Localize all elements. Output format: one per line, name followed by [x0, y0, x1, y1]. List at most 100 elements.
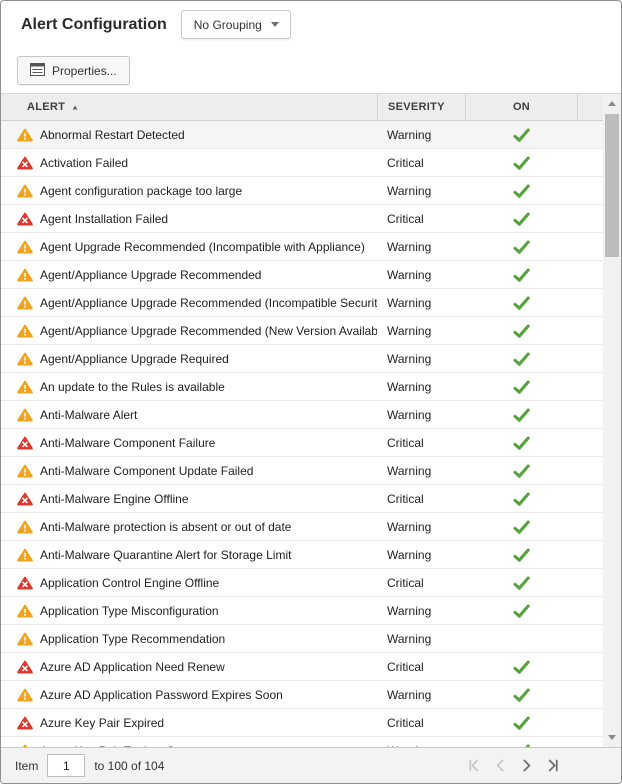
on-check-icon[interactable] [513, 744, 530, 748]
on-check-icon[interactable] [513, 576, 530, 590]
last-page-button[interactable] [544, 757, 561, 774]
severity-cell: Warning [377, 744, 465, 748]
alert-cell: Agent configuration package too large [1, 184, 377, 198]
table-row[interactable]: Azure Key Pair Expires Soon Warning [1, 737, 603, 747]
on-check-icon[interactable] [513, 660, 530, 674]
toolbar: Properties... [1, 48, 621, 93]
next-page-button[interactable] [518, 757, 535, 774]
scrollbar-thumb[interactable] [605, 114, 619, 257]
alert-name: Agent/Appliance Upgrade Recommended (Inc… [40, 296, 377, 310]
table-row[interactable]: Agent/Appliance Upgrade Recommended Warn… [1, 261, 603, 289]
on-check-icon[interactable] [513, 408, 530, 422]
table-row[interactable]: Anti-Malware Alert Warning [1, 401, 603, 429]
warning-icon [17, 352, 33, 366]
alert-cell: Anti-Malware protection is absent or out… [1, 520, 377, 534]
severity-value: Warning [387, 240, 431, 254]
table-row[interactable]: Application Control Engine Offline Criti… [1, 569, 603, 597]
properties-icon [30, 63, 45, 79]
critical-icon [17, 436, 33, 450]
alert-name: Azure AD Application Password Expires So… [40, 688, 283, 702]
page-title: Alert Configuration [21, 16, 167, 34]
warning-icon [17, 548, 33, 562]
table-header: ALERT ▲ SEVERITY ON [1, 94, 603, 121]
table-row[interactable]: Anti-Malware Component Update Failed War… [1, 457, 603, 485]
table-row[interactable]: Application Type Recommendation Warning [1, 625, 603, 653]
severity-value: Warning [387, 128, 431, 142]
table-row[interactable]: Anti-Malware Quarantine Alert for Storag… [1, 541, 603, 569]
severity-value: Warning [387, 520, 431, 534]
severity-cell: Warning [377, 184, 465, 198]
chevron-down-icon [271, 22, 279, 27]
on-check-icon[interactable] [513, 352, 530, 366]
table-row[interactable]: Agent Installation Failed Critical [1, 205, 603, 233]
table-row[interactable]: Agent configuration package too large Wa… [1, 177, 603, 205]
table-row[interactable]: Azure Key Pair Expired Critical [1, 709, 603, 737]
column-header-alert[interactable]: ALERT ▲ [1, 94, 377, 120]
table-row[interactable]: Azure AD Application Password Expires So… [1, 681, 603, 709]
grouping-dropdown[interactable]: No Grouping [181, 10, 291, 39]
table-row[interactable]: Anti-Malware protection is absent or out… [1, 513, 603, 541]
previous-page-button[interactable] [492, 757, 509, 774]
scroll-down-button[interactable] [603, 730, 621, 745]
table-row[interactable]: Azure AD Application Need Renew Critical [1, 653, 603, 681]
on-check-icon[interactable] [513, 380, 530, 394]
table-row[interactable]: Agent/Appliance Upgrade Recommended (Inc… [1, 289, 603, 317]
on-cell [465, 156, 577, 170]
vertical-scrollbar [603, 94, 621, 747]
on-cell [465, 212, 577, 226]
properties-button[interactable]: Properties... [17, 56, 130, 85]
on-check-icon[interactable] [513, 548, 530, 562]
severity-cell: Warning [377, 128, 465, 142]
severity-value: Warning [387, 744, 431, 748]
table-row[interactable]: Anti-Malware Component Failure Critical [1, 429, 603, 457]
page-number-input[interactable] [47, 754, 85, 777]
on-check-icon[interactable] [513, 436, 530, 450]
table-row[interactable]: Application Type Misconfiguration Warnin… [1, 597, 603, 625]
on-check-icon[interactable] [513, 156, 530, 170]
on-cell [465, 184, 577, 198]
on-check-icon[interactable] [513, 520, 530, 534]
on-check-icon[interactable] [513, 184, 530, 198]
first-page-button[interactable] [466, 757, 483, 774]
on-check-icon[interactable] [513, 464, 530, 478]
on-check-icon[interactable] [513, 296, 530, 310]
severity-cell: Warning [377, 548, 465, 562]
on-check-icon[interactable] [513, 324, 530, 338]
properties-button-label: Properties... [52, 64, 117, 78]
table-row[interactable]: Agent/Appliance Upgrade Required Warning [1, 345, 603, 373]
on-cell [465, 296, 577, 310]
alert-cell: Application Type Recommendation [1, 632, 377, 646]
severity-value: Critical [387, 716, 424, 730]
warning-icon [17, 324, 33, 338]
column-header-severity[interactable]: SEVERITY [377, 94, 465, 120]
table-row[interactable]: Agent/Appliance Upgrade Recommended (New… [1, 317, 603, 345]
table-body: Abnormal Restart Detected Warning [1, 121, 603, 747]
table-row[interactable]: Anti-Malware Engine Offline Critical [1, 485, 603, 513]
table-row[interactable]: Agent Upgrade Recommended (Incompatible … [1, 233, 603, 261]
alert-cell: Azure AD Application Need Renew [1, 660, 377, 674]
scroll-up-button[interactable] [603, 96, 621, 111]
alert-cell: Agent/Appliance Upgrade Recommended (New… [1, 324, 377, 338]
severity-cell: Warning [377, 352, 465, 366]
table-row[interactable]: Activation Failed Critical [1, 149, 603, 177]
on-check-icon[interactable] [513, 268, 530, 282]
on-check-icon[interactable] [513, 128, 530, 142]
alert-cell: Agent/Appliance Upgrade Recommended [1, 268, 377, 282]
column-header-on[interactable]: ON [465, 94, 577, 120]
on-check-icon[interactable] [513, 604, 530, 618]
severity-value: Warning [387, 184, 431, 198]
table-row[interactable]: Abnormal Restart Detected Warning [1, 121, 603, 149]
alerts-table: ALERT ▲ SEVERITY ON [1, 93, 621, 747]
severity-value: Warning [387, 408, 431, 422]
on-check-icon[interactable] [513, 492, 530, 506]
on-check-icon[interactable] [513, 716, 530, 730]
on-check-icon[interactable] [513, 688, 530, 702]
severity-cell: Critical [377, 660, 465, 674]
alert-cell: Anti-Malware Engine Offline [1, 492, 377, 506]
on-check-icon[interactable] [513, 212, 530, 226]
table-row[interactable]: An update to the Rules is available Warn… [1, 373, 603, 401]
on-cell [465, 128, 577, 142]
on-cell [465, 520, 577, 534]
on-check-icon[interactable] [513, 240, 530, 254]
on-cell [465, 380, 577, 394]
